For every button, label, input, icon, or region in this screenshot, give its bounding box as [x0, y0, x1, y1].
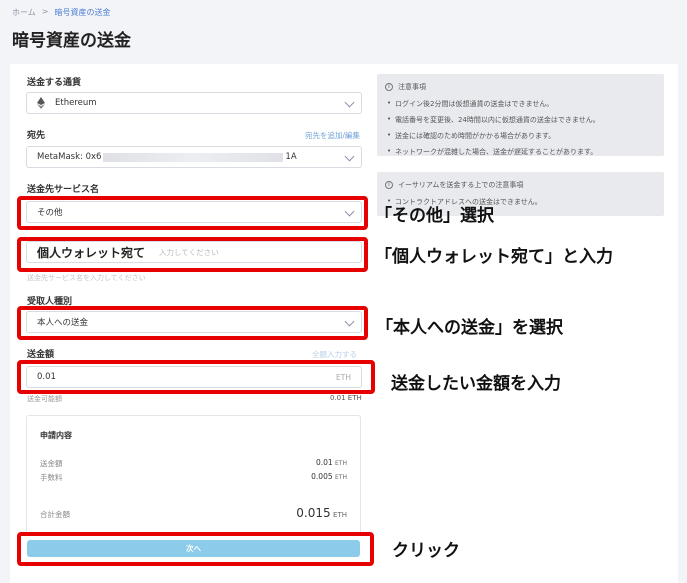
destination-select[interactable]: MetaMask: 0x6 1A — [26, 146, 362, 168]
note-item: ログイン後2分間は仮想通貨の送金はできません。 — [385, 99, 656, 109]
summary-fee-value: 0.005 — [311, 472, 333, 481]
fill-all-link[interactable]: 全額入力する — [312, 349, 357, 360]
ethereum-icon — [37, 97, 45, 109]
summary-title: 申請内容 — [40, 431, 72, 440]
add-edit-destination-link[interactable]: 宛先を追加/編集 — [305, 130, 360, 141]
currency-select[interactable]: Ethereum — [26, 92, 362, 114]
annotation-enter-amount: 送金したい金額を入力 — [391, 374, 561, 394]
available-value: 0.01 ETH — [330, 394, 362, 402]
page-title: 暗号資産の送金 — [12, 31, 131, 51]
summary-total-value: 0.015 — [296, 506, 331, 520]
destination-prefix: MetaMask: 0x6 — [37, 152, 102, 162]
info-icon: i — [385, 83, 393, 91]
breadcrumb-current: 暗号資産の送金 — [54, 8, 111, 17]
chevron-down-icon — [344, 151, 355, 162]
annotation-self-transfer: 「本人への送金」を選択 — [376, 318, 563, 338]
amount-label: 送金額 — [27, 350, 55, 360]
service-name-hint: 送金先サービス名を入力してください — [27, 274, 146, 282]
currency-value: Ethereum — [55, 98, 97, 108]
currency-label: 送金する通貨 — [27, 78, 82, 88]
summary-amount-value: 0.01 — [315, 458, 333, 467]
highlight-amount-input — [17, 360, 375, 394]
summary-box: 申請内容 送金額 0.01 ETH 手数料 0.005 ETH 合計金額 0.0… — [26, 415, 361, 535]
summary-total-unit: ETH — [333, 511, 347, 519]
annotation-click: クリック — [392, 541, 460, 561]
highlight-service-name — [17, 237, 368, 272]
note-item: 送金には確認のため時間がかかる場合があります。 — [385, 131, 656, 141]
destination-suffix: 1A — [285, 152, 297, 162]
eth-notes-title: イーサリアムを送金する上での注意事項 — [398, 181, 524, 189]
notes-title: 注意事項 — [398, 83, 426, 91]
highlight-service-select — [17, 196, 368, 230]
summary-fee-label: 手数料 — [40, 473, 63, 482]
info-icon: i — [385, 181, 393, 189]
summary-total-label: 合計金額 — [40, 510, 70, 519]
summary-total-row: 合計金額 0.015 ETH — [40, 506, 347, 520]
summary-amount-label: 送金額 — [40, 459, 63, 468]
note-item: 電話番号を変更後、24時間以内に仮想通貨の送金はできません。 — [385, 115, 656, 125]
redacted-address — [103, 152, 284, 162]
chevron-down-icon — [344, 97, 355, 108]
summary-fee-row: 手数料 0.005 ETH — [40, 472, 347, 483]
highlight-recipient-select — [17, 306, 368, 340]
destination-label: 宛先 — [27, 131, 46, 141]
annotation-personal-wallet: 「個人ウォレット宛て」と入力 — [375, 247, 613, 267]
highlight-next-button — [17, 532, 374, 566]
summary-fee-unit: ETH — [335, 474, 347, 481]
available-label: 送金可能額 — [27, 395, 62, 403]
breadcrumb-home[interactable]: ホーム — [12, 7, 36, 18]
note-item: ネットワークが混雑した場合、送金が遅延することがあります。 — [385, 147, 656, 157]
breadcrumb: ホーム > 暗号資産の送金 — [12, 7, 110, 18]
summary-amount-unit: ETH — [335, 460, 347, 467]
annotation-select-other: 「その他」選択 — [375, 206, 494, 226]
breadcrumb-separator: > — [41, 7, 49, 16]
summary-amount-row: 送金額 0.01 ETH — [40, 458, 347, 469]
notes-box: i 注意事項 ログイン後2分間は仮想通貨の送金はできません。 電話番号を変更後、2… — [377, 74, 664, 156]
service-label: 送金先サービス名 — [27, 185, 100, 195]
